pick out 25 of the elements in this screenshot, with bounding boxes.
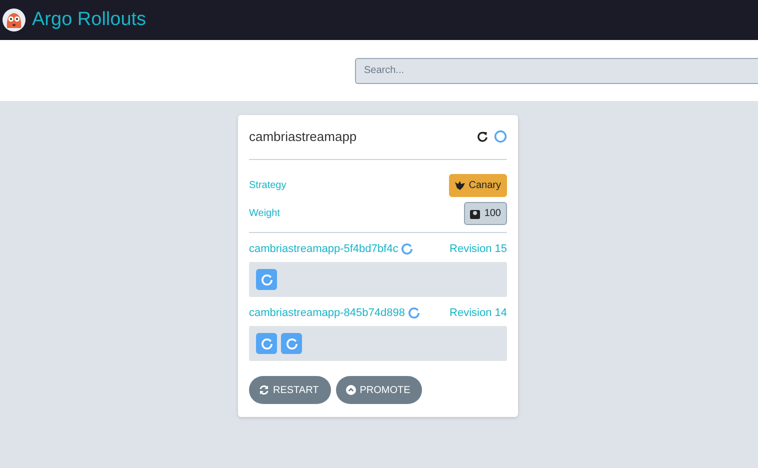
spinner-icon [260,338,272,350]
weight-tag: 100 [464,202,507,225]
refresh-icon[interactable] [477,130,488,142]
replica-set-name: cambriastreamapp-5f4bd7bf4c [249,243,414,255]
revision-label: Revision 14 [450,307,507,319]
sync-icon [259,385,269,395]
pod-tile[interactable] [281,333,302,354]
app-title: Argo Rollouts [32,9,146,31]
strategy-tag: Canary [448,174,507,197]
weight-icon [470,208,480,218]
pod-tile[interactable] [256,269,277,290]
restart-button[interactable]: RESTART [249,376,331,404]
revision-label: Revision 15 [450,243,507,255]
spinner-icon [260,274,272,286]
replica-set-name: cambriastreamapp-845b74d898 [249,307,420,319]
spinner-icon [401,243,414,255]
chevron-up-icon [346,385,356,395]
promote-button[interactable]: PROMOTE [336,376,422,404]
spinner-icon [408,307,420,319]
spinner-icon [286,338,298,350]
rollout-name: cambriastreamapp [249,128,357,144]
search-field[interactable]: Search... [355,58,758,84]
pod-tile[interactable] [256,333,277,354]
detail-label: Weight [249,208,280,219]
detail-label: Strategy [249,180,286,191]
